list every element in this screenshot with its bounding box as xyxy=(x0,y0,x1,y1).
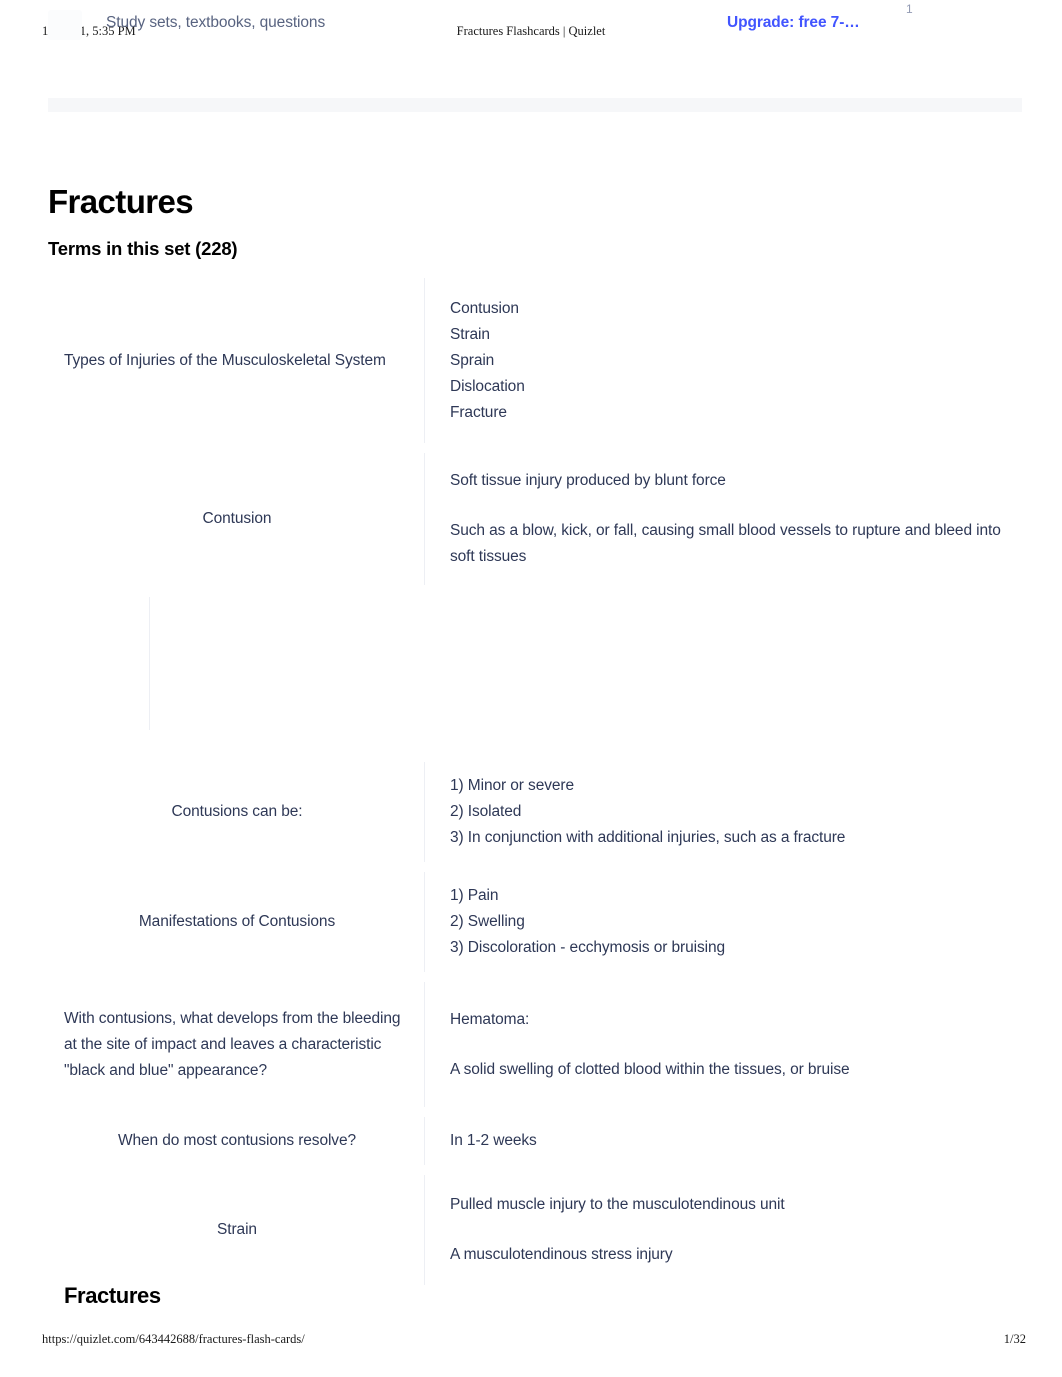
nav-underlay xyxy=(48,98,1022,112)
definition-block: Soft tissue injury produced by blunt for… xyxy=(450,468,1002,494)
flashcard-definition: Pulled muscle injury to the musculotendi… xyxy=(425,1175,1022,1285)
quizlet-logo-icon[interactable] xyxy=(48,10,82,40)
print-footer: https://quizlet.com/643442688/fractures-… xyxy=(0,1332,1062,1350)
flashcard-definition: Soft tissue injury produced by blunt for… xyxy=(425,453,1022,585)
flashcard-definition-text: Contusion Strain Sprain Dislocation Frac… xyxy=(450,299,525,421)
flashcard-row[interactable]: Contusion Soft tissue injury produced by… xyxy=(48,453,1022,585)
flashcard-definition-text: Hematoma: xyxy=(450,1010,530,1028)
flashcard-definition: In 1-2 weeks xyxy=(425,1117,1022,1165)
flashcard-term-text: Strain xyxy=(217,1221,257,1238)
page-title: Fractures xyxy=(48,183,194,220)
flashcard-term-text: Manifestations of Contusions xyxy=(138,913,336,930)
flashcard-term: Types of Injuries of the Musculoskeletal… xyxy=(48,278,425,443)
flashcard-row[interactable]: When do most contusions resolve? In 1-2 … xyxy=(48,1117,1022,1165)
flashcard-term-text: Contusion xyxy=(202,510,272,527)
flashcard-definition: 1) Pain 2) Swelling 3) Discoloration - e… xyxy=(425,872,1022,972)
flashcard-list: Types of Injuries of the Musculoskeletal… xyxy=(48,278,1022,1295)
flashcard-term-text: When do most contusions resolve? xyxy=(117,1132,357,1149)
site-navbar xyxy=(48,50,1022,102)
terms-count-heading: Terms in this set (228) xyxy=(48,238,238,259)
upgrade-link[interactable]: Upgrade: free 7-… xyxy=(727,14,860,32)
flashcard-definition xyxy=(150,597,1022,730)
definition-block: A musculotendinous stress injury xyxy=(450,1242,1002,1268)
flashcard-row[interactable]: Contusions can be: 1) Minor or severe 2)… xyxy=(48,762,1022,862)
flashcard-definition: 1) Minor or severe 2) Isolated 3) In con… xyxy=(425,762,1022,862)
flashcard-definition: Hematoma: A solid swelling of clotted bl… xyxy=(425,982,1022,1107)
flashcard-definition-text: A solid swelling of clotted blood within… xyxy=(450,1060,850,1078)
flashcard-definition-text: Soft tissue injury produced by blunt for… xyxy=(450,472,726,489)
flashcard-definition-text: Such as a blow, kick, or fall, causing s… xyxy=(450,522,1001,565)
flashcard-term-text: With contusions, what develops from the … xyxy=(64,1009,401,1079)
flashcard-term-text: Contusions can be: xyxy=(171,803,303,820)
next-page-heading: Fractures xyxy=(64,1283,161,1308)
flashcard-term: Manifestations of Contusions xyxy=(48,872,425,972)
flashcard-term: When do most contusions resolve? xyxy=(48,1117,425,1165)
flashcard-definition-text: 1) Pain 2) Swelling 3) Discoloration - e… xyxy=(450,887,725,956)
flashcard-term: Strain xyxy=(48,1175,425,1285)
flashcard-definition-text: Pulled muscle injury to the musculotendi… xyxy=(450,1196,785,1213)
flashcard-row[interactable] xyxy=(48,597,1022,730)
flashcard-row[interactable]: With contusions, what develops from the … xyxy=(48,982,1022,1107)
flashcard-row[interactable]: Types of Injuries of the Musculoskeletal… xyxy=(48,278,1022,443)
flashcard-definition-text: 1) Minor or severe 2) Isolated 3) In con… xyxy=(450,777,846,846)
flashcard-row[interactable]: Manifestations of Contusions 1) Pain 2) … xyxy=(48,872,1022,972)
flashcard-term: Contusion xyxy=(48,453,425,585)
flashcard-row[interactable]: Strain Pulled muscle injury to the muscu… xyxy=(48,1175,1022,1285)
flashcard-term: With contusions, what develops from the … xyxy=(48,982,425,1107)
print-footer-page: 1/32 xyxy=(1003,1332,1026,1346)
flashcard-term-text: Types of Injuries of the Musculoskeletal… xyxy=(64,351,386,369)
flashcard-definition-text: In 1-2 weeks xyxy=(450,1132,537,1149)
definition-block: Pulled muscle injury to the musculotendi… xyxy=(450,1192,1002,1218)
definition-block: Such as a blow, kick, or fall, causing s… xyxy=(450,518,1002,570)
search-input[interactable]: Study sets, textbooks, questions xyxy=(106,14,325,32)
print-footer-url: https://quizlet.com/643442688/fractures-… xyxy=(42,1332,305,1346)
definition-block: A solid swelling of clotted blood within… xyxy=(450,1057,1002,1083)
flashcard-term xyxy=(48,597,150,730)
flashcard-definition: Contusion Strain Sprain Dislocation Frac… xyxy=(425,278,1022,443)
flashcard-term: Contusions can be: xyxy=(48,762,425,862)
definition-block: Hematoma: xyxy=(450,1007,1002,1033)
notification-badge[interactable]: 1 xyxy=(906,2,913,16)
flashcard-definition-text: A musculotendinous stress injury xyxy=(450,1246,673,1263)
